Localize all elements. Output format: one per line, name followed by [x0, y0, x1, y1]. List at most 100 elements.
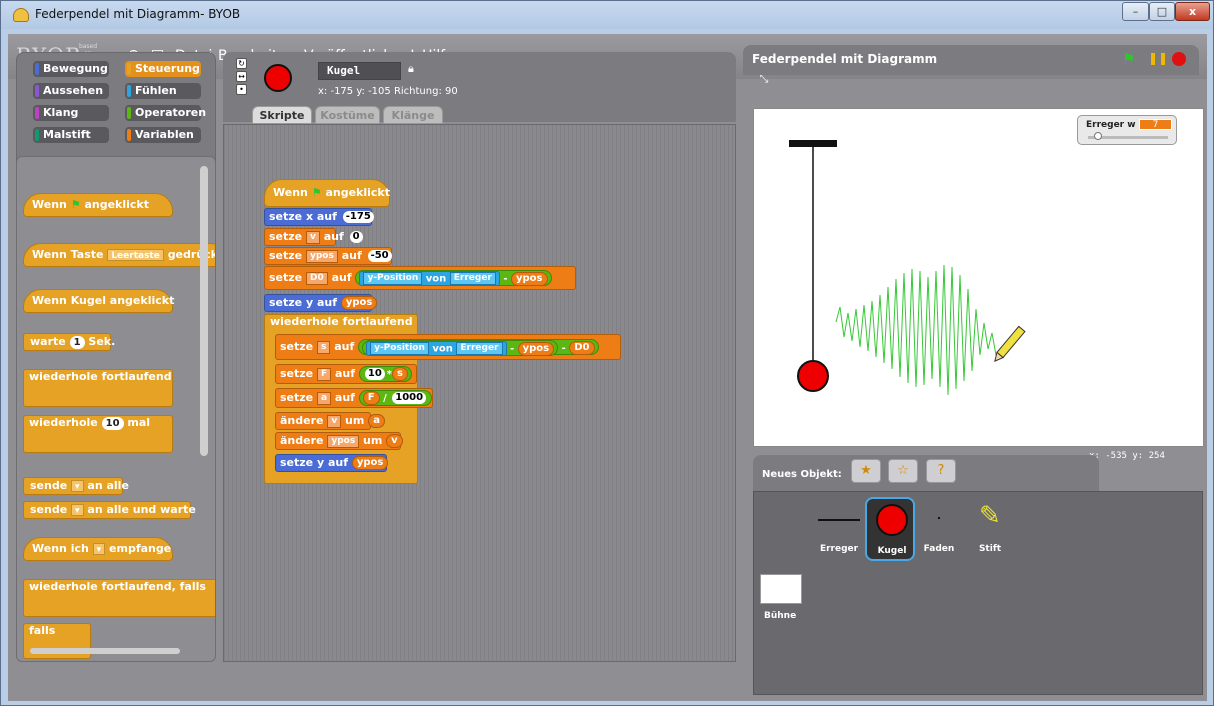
paint-sprite-button[interactable]: ★ — [851, 459, 881, 483]
variable-dropdown[interactable]: ypos — [305, 249, 338, 263]
stop-button[interactable] — [1172, 52, 1186, 66]
palette-horizontal-scrollbar[interactable] — [30, 648, 180, 654]
wait-value[interactable]: 1 — [69, 335, 85, 349]
attribute-dropdown[interactable]: y-Position — [363, 272, 423, 285]
variable-reporter[interactable]: F — [362, 391, 380, 405]
key-dropdown[interactable]: Leertaste — [107, 249, 164, 261]
message-dropdown[interactable]: ▾ — [92, 543, 106, 555]
category-operatoren[interactable]: Operatoren — [125, 105, 206, 121]
category-aussehen[interactable]: Aussehen — [33, 83, 109, 99]
block-text: wiederhole fortlaufend — [29, 370, 172, 383]
value-input[interactable]: 0 — [349, 231, 363, 243]
sprite-erreger[interactable]: Erreger — [814, 497, 864, 561]
category-malstift[interactable]: Malstift — [33, 127, 109, 143]
no-rotate-icon[interactable]: • — [236, 84, 247, 95]
tab-skripte[interactable]: Skripte — [252, 106, 312, 124]
block-text: setze — [269, 249, 303, 262]
sprite-stift[interactable]: ✎ Stift — [965, 497, 1015, 561]
random-sprite-button[interactable]: ? — [926, 459, 956, 483]
variable-dropdown[interactable]: s — [316, 340, 331, 354]
sprite-name-field[interactable]: Kugel — [318, 62, 401, 80]
sprite-faden[interactable]: Faden — [914, 497, 964, 561]
close-button[interactable]: x — [1175, 2, 1210, 21]
variable-dropdown[interactable]: a — [316, 391, 332, 405]
set-y-block[interactable]: setze y auf ypos — [264, 294, 378, 312]
tab-kostueme[interactable]: Kostüme — [315, 106, 380, 124]
stage-thumbnail[interactable] — [760, 574, 802, 604]
palette-block-broadcast-wait[interactable]: sende ▾ an alle und warte — [23, 501, 196, 519]
stage-canvas[interactable] — [753, 108, 1204, 447]
set-d0-block[interactable]: setze D0 auf y-Position von Erreger - yp… — [264, 266, 576, 290]
set-y-loop-block[interactable]: setze y auf ypos — [275, 454, 389, 472]
lock-icon[interactable]: 🔒︎ — [408, 62, 418, 76]
category-color-bar — [127, 85, 131, 97]
attribute-dropdown[interactable]: y-Position — [370, 342, 429, 355]
palette-block-broadcast[interactable]: sende ▾ an alle — [23, 477, 129, 495]
variable-dropdown[interactable]: ypos — [327, 434, 360, 448]
minus-operator[interactable]: y-Position von Erreger - ypos — [355, 270, 552, 286]
maximize-button[interactable]: □ — [1149, 2, 1175, 21]
value-input[interactable]: 1000 — [392, 392, 427, 404]
value-input[interactable]: 10 — [364, 368, 385, 380]
sensor-block[interactable]: y-Position von Erreger — [366, 341, 507, 356]
message-dropdown[interactable]: ▾ — [71, 504, 84, 516]
category-steuerung[interactable]: Steuerung — [125, 61, 201, 77]
message-dropdown[interactable]: ▾ — [71, 480, 84, 492]
sensor-block[interactable]: y-Position von Erreger — [359, 271, 500, 286]
variable-reporter[interactable]: s — [392, 367, 408, 381]
sprite-kugel[interactable]: Kugel — [865, 497, 915, 561]
category-klang[interactable]: Klang — [33, 105, 109, 121]
minimize-button[interactable]: – — [1122, 2, 1149, 21]
divide-operator[interactable]: F / 1000 — [358, 390, 433, 406]
variable-dropdown[interactable]: v — [305, 230, 320, 244]
variable-reporter[interactable]: ypos — [340, 296, 378, 310]
palette-block-forever-if[interactable]: wiederhole fortlaufend, falls — [23, 579, 215, 617]
tab-klaenge[interactable]: Klänge — [383, 106, 443, 124]
variable-reporter[interactable]: v — [386, 434, 403, 448]
object-dropdown[interactable]: Erreger — [449, 272, 496, 285]
variable-reporter[interactable]: ypos — [517, 341, 555, 356]
monitor-slider-knob[interactable] — [1094, 132, 1102, 140]
category-bewegung[interactable]: Bewegung — [33, 61, 109, 77]
choose-sprite-button[interactable]: ☆ — [888, 459, 918, 483]
set-ypos-block[interactable]: setze ypos auf -50 — [264, 247, 392, 265]
multiply-operator[interactable]: 10 * s — [358, 366, 412, 382]
palette-block-when-receive[interactable]: Wenn ich ▾ empfange — [23, 537, 173, 561]
minus-operator[interactable]: y-Position von Erreger - ypos — [362, 340, 559, 356]
set-v-block[interactable]: setze v auf 0 — [264, 228, 363, 246]
variable-dropdown[interactable]: D0 — [305, 271, 328, 285]
variable-dropdown[interactable]: F — [316, 367, 332, 381]
set-x-block[interactable]: setze x auf -175 — [264, 208, 374, 226]
set-f-block[interactable]: setze F auf 10 * s — [275, 364, 417, 384]
variable-reporter[interactable]: ypos — [351, 456, 389, 470]
repeat-count[interactable]: 10 — [101, 416, 124, 430]
set-a-block[interactable]: setze a auf F / 1000 — [275, 388, 433, 408]
palette-block-when-flag[interactable]: Wenn ⚑ angeklickt — [23, 193, 173, 217]
variable-dropdown[interactable]: v — [327, 414, 342, 428]
category-fuehlen[interactable]: Fühlen — [125, 83, 201, 99]
variable-reporter[interactable]: ypos — [511, 271, 548, 286]
flip-icon[interactable]: ↔ — [236, 71, 247, 82]
green-flag-button[interactable]: ⚑ — [1122, 51, 1138, 67]
variable-reporter[interactable]: D0 — [569, 341, 595, 355]
object-dropdown[interactable]: Erreger — [456, 342, 503, 355]
minus-operator[interactable]: y-Position von Erreger - ypos - D0 — [358, 339, 599, 356]
palette-block-wait[interactable]: warte 1 Sek. — [23, 333, 115, 351]
change-v-block[interactable]: ändere v um a — [275, 412, 385, 430]
value-input[interactable]: -50 — [367, 250, 392, 262]
category-label: Fühlen — [135, 84, 177, 97]
pause-button[interactable]: ❚❚ — [1148, 51, 1168, 66]
category-variablen[interactable]: Variablen — [125, 127, 201, 143]
x-value[interactable]: -175 — [342, 211, 374, 223]
rotate-icon[interactable]: ↻ — [236, 58, 247, 69]
change-ypos-block[interactable]: ändere ypos um v — [275, 432, 403, 450]
palette-vertical-scrollbar[interactable] — [200, 166, 208, 456]
palette-block-when-clicked[interactable]: Wenn Kugel angeklickt — [23, 289, 174, 313]
variable-reporter[interactable]: a — [368, 414, 385, 428]
palette-block-forever[interactable]: wiederhole fortlaufend — [23, 369, 173, 407]
palette-block-repeat[interactable]: wiederhole 10 mal — [23, 415, 173, 453]
palette-block-when-key[interactable]: Wenn Taste Leertaste gedrückt — [23, 243, 215, 267]
variable-monitor[interactable]: Erreger w 7 — [1077, 115, 1177, 145]
when-flag-hat[interactable]: Wenn ⚑ angeklickt — [264, 179, 390, 207]
set-s-block[interactable]: setze s auf y-Position von Erreger - ypo… — [275, 334, 621, 360]
